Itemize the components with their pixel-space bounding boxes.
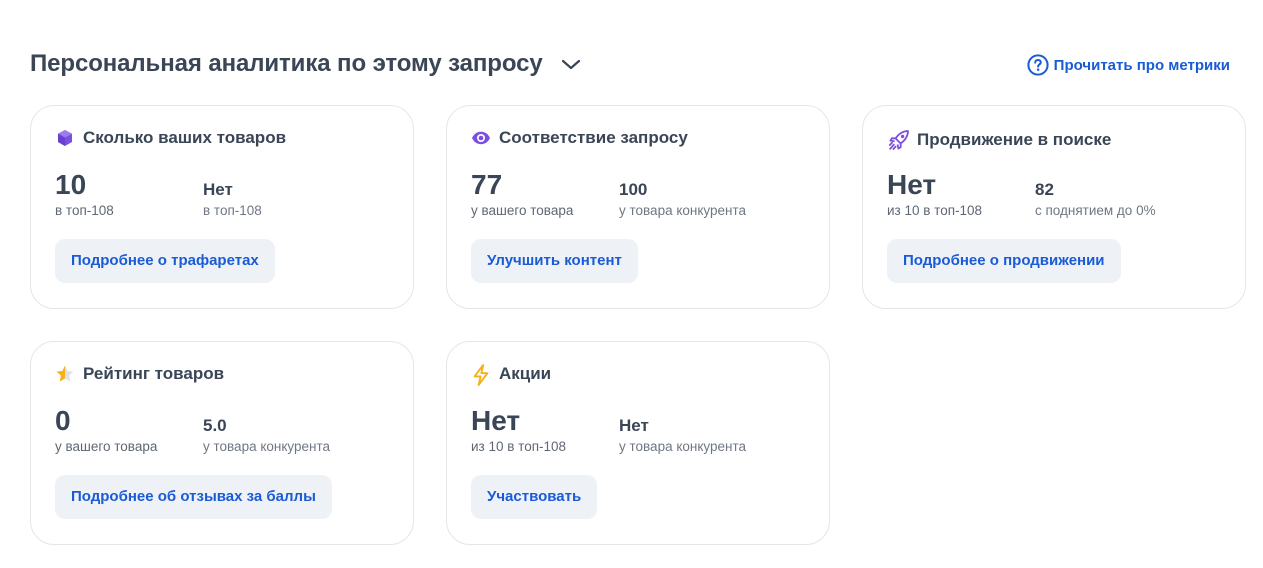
secondary-metric: Нет у товара конкурента xyxy=(619,406,746,456)
card-title: Сколько ваших товаров xyxy=(83,128,287,147)
star-half-icon xyxy=(55,364,75,384)
primary-metric: Нет из 10 в топ-108 xyxy=(887,170,982,220)
metric-value: 5.0 xyxy=(203,416,227,435)
metric-label: у вашего товара xyxy=(55,439,158,454)
card-title: Рейтинг товаров xyxy=(83,364,225,383)
metric-value: 77 xyxy=(471,169,503,200)
card-query-relevance: Соответствие запросу 77 у вашего товара … xyxy=(446,105,830,309)
card-search-promotion: Продвижение в поиске Нет из 10 в топ-108… xyxy=(862,105,1246,309)
card-products-count: Сколько ваших товаров 10 в топ-108 Нет в… xyxy=(30,105,414,309)
metric-value: 10 xyxy=(55,169,87,200)
participate-button[interactable]: Участвовать xyxy=(471,475,598,519)
metric-value: Нет xyxy=(471,405,521,436)
card-product-rating: Рейтинг товаров 0 у вашего товара 5.0 у … xyxy=(30,341,414,545)
metric-value: Нет xyxy=(203,180,233,199)
improve-content-button[interactable]: Улучшить контент xyxy=(471,239,638,283)
metric-label: у товара конкурента xyxy=(203,439,331,454)
secondary-metric: 82 с поднятием до 0% xyxy=(1035,170,1156,220)
analytics-header: Персональная аналитика по этому запросу … xyxy=(30,48,1230,84)
cube-icon xyxy=(55,128,75,148)
primary-metric: 77 у вашего товара xyxy=(471,170,573,220)
page-title: Персональная аналитика по этому запросу xyxy=(30,50,543,77)
primary-metric: 10 в топ-108 xyxy=(55,170,114,220)
lightning-icon xyxy=(471,364,491,386)
card-promotions: Акции Нет из 10 в топ-108 Нет у товара к… xyxy=(446,341,830,545)
read-about-metrics-link[interactable]: Прочитать про метрики xyxy=(1027,54,1230,76)
card-title: Акции xyxy=(499,364,552,383)
metric-label: из 10 в топ-108 xyxy=(887,203,983,218)
secondary-metric: Нет в топ-108 xyxy=(203,170,262,220)
analytics-title-toggle[interactable]: Персональная аналитика по этому запросу xyxy=(30,48,583,80)
metric-label: в топ-108 xyxy=(203,203,262,218)
metric-label: у товара конкурента xyxy=(619,439,747,454)
promotion-details-button[interactable]: Подробнее о продвижении xyxy=(887,239,1121,283)
metric-value: 0 xyxy=(55,405,71,436)
metric-value: Нет xyxy=(887,169,937,200)
secondary-metric: 5.0 у товара конкурента xyxy=(203,406,330,456)
metric-label: у вашего товара xyxy=(471,203,574,218)
metric-label: в топ-108 xyxy=(55,203,114,218)
reviews-for-points-button[interactable]: Подробнее об отзывах за баллы xyxy=(55,475,332,519)
chevron-down-icon[interactable] xyxy=(559,52,583,76)
metric-value: 100 xyxy=(619,180,648,199)
card-title: Продвижение в поиске xyxy=(917,130,1112,149)
card-title: Соответствие запросу xyxy=(499,128,688,147)
metric-value: Нет xyxy=(619,416,649,435)
eye-icon xyxy=(471,128,491,148)
primary-metric: 0 у вашего товара xyxy=(55,406,157,456)
help-link-label: Прочитать про метрики xyxy=(1053,56,1230,74)
metric-label: из 10 в топ-108 xyxy=(471,439,567,454)
stencils-details-button[interactable]: Подробнее о трафаретах xyxy=(55,239,275,283)
rocket-icon xyxy=(887,128,911,152)
metric-label: с поднятием до 0% xyxy=(1035,203,1156,218)
secondary-metric: 100 у товара конкурента xyxy=(619,170,746,220)
metric-value: 82 xyxy=(1035,180,1054,199)
metric-label: у товара конкурента xyxy=(619,203,747,218)
primary-metric: Нет из 10 в топ-108 xyxy=(471,406,566,456)
question-circle-icon xyxy=(1027,54,1049,76)
